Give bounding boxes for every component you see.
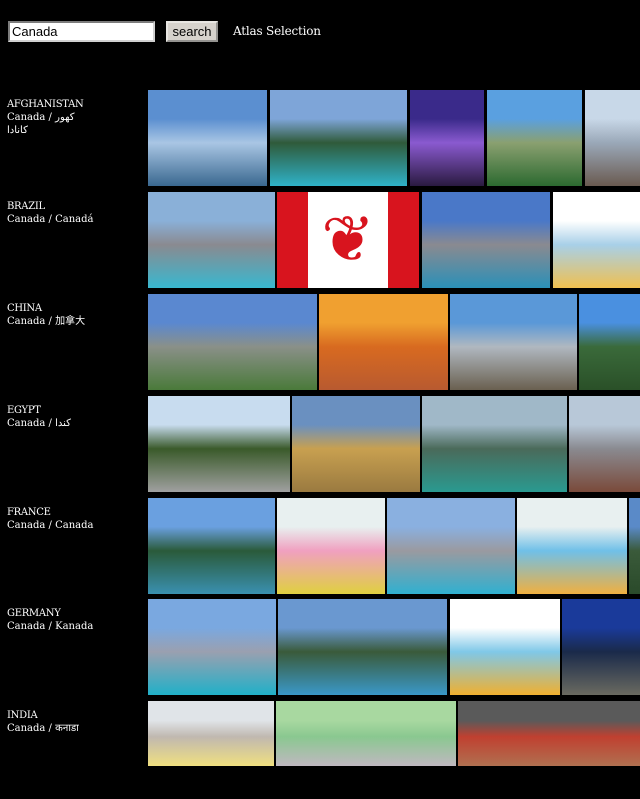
image-thumbnail[interactable] <box>422 192 550 288</box>
image-thumbnail[interactable] <box>277 498 385 594</box>
translation: Canada / کهور <box>7 112 75 123</box>
country-row-egypt: EGYPT Canada / کندا <box>0 396 640 494</box>
image-thumbnail[interactable] <box>629 498 640 594</box>
country-label: FRANCE Canada / Canada <box>7 506 145 532</box>
translation-continued: کانادا <box>7 125 28 136</box>
country-name: AFGHANISTAN <box>7 99 84 110</box>
country-row-france: FRANCE Canada / Canada <box>0 498 640 596</box>
image-thumbnail[interactable] <box>450 294 577 390</box>
country-row-germany: GERMANY Canada / Kanada <box>0 599 640 697</box>
image-thumbnail[interactable] <box>422 396 567 492</box>
translation: Canada / 加拿大 <box>7 316 86 327</box>
image-thumbnail[interactable] <box>148 701 274 766</box>
country-row-afghanistan: AFGHANISTAN Canada / کهور کانادا <box>0 90 640 188</box>
country-name: GERMANY <box>7 608 61 619</box>
country-name: INDIA <box>7 710 38 721</box>
image-thumbnail[interactable] <box>517 498 627 594</box>
search-input[interactable] <box>8 21 155 42</box>
country-row-india: INDIA Canada / कनाडा <box>0 701 640 799</box>
image-thumbnail[interactable] <box>487 90 582 186</box>
country-label: EGYPT Canada / کندا <box>7 404 145 430</box>
image-thumbnail[interactable] <box>148 599 276 695</box>
image-thumbnail[interactable] <box>148 90 267 186</box>
country-name: FRANCE <box>7 507 51 518</box>
translation: Canada / Canadá <box>7 214 94 225</box>
image-thumbnail[interactable] <box>585 90 640 186</box>
maple-leaf-icon: ❦ <box>321 203 375 277</box>
top-bar: search Atlas Selection <box>0 0 640 60</box>
image-thumbnail[interactable] <box>319 294 448 390</box>
image-thumbnail[interactable] <box>148 396 290 492</box>
country-row-china: CHINA Canada / 加拿大 <box>0 294 640 392</box>
country-label: INDIA Canada / कनाडा <box>7 709 145 735</box>
image-thumbnail[interactable] <box>579 294 640 390</box>
country-name: BRAZIL <box>7 201 45 212</box>
atlas-selection-link[interactable]: Atlas Selection <box>233 24 321 38</box>
country-name: CHINA <box>7 303 42 314</box>
image-thumbnail[interactable]: ❦ <box>277 192 419 288</box>
image-thumbnail[interactable] <box>292 396 420 492</box>
image-thumbnail[interactable] <box>458 701 640 766</box>
country-label: BRAZIL Canada / Canadá <box>7 200 145 226</box>
image-thumbnail[interactable] <box>278 599 447 695</box>
translation: Canada / कनाडा <box>7 723 79 734</box>
image-thumbnail[interactable] <box>569 396 640 492</box>
image-thumbnail[interactable] <box>148 192 275 288</box>
country-label: CHINA Canada / 加拿大 <box>7 302 145 328</box>
country-label: AFGHANISTAN Canada / کهور کانادا <box>7 98 145 137</box>
translation: Canada / Kanada <box>7 621 94 632</box>
image-thumbnail[interactable] <box>450 599 560 695</box>
country-row-brazil: BRAZIL Canada / Canadá ❦ <box>0 192 640 290</box>
country-label: GERMANY Canada / Kanada <box>7 607 145 633</box>
image-thumbnail[interactable] <box>270 90 407 186</box>
translation: Canada / کندا <box>7 418 71 429</box>
image-thumbnail[interactable] <box>148 294 317 390</box>
translation: Canada / Canada <box>7 520 94 531</box>
image-thumbnail[interactable] <box>562 599 640 695</box>
image-thumbnail[interactable] <box>276 701 456 766</box>
image-thumbnail[interactable] <box>148 498 275 594</box>
image-thumbnail[interactable] <box>410 90 484 186</box>
image-thumbnail[interactable] <box>387 498 515 594</box>
search-button[interactable]: search <box>166 21 218 42</box>
image-thumbnail[interactable] <box>553 192 640 288</box>
country-name: EGYPT <box>7 405 41 416</box>
